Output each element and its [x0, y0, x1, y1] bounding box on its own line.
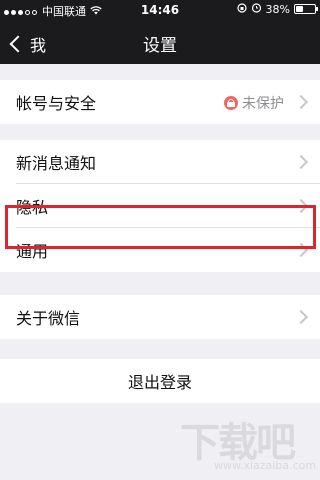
- about-wechat-label: 关于微信: [16, 309, 81, 328]
- status-right: 38%: [233, 2, 318, 16]
- page-title: 设置: [143, 36, 177, 56]
- battery-icon: [294, 4, 318, 14]
- battery-fill: [296, 6, 303, 12]
- nav-bar: 我 设置: [0, 20, 320, 64]
- about-group: 关于微信: [0, 295, 320, 339]
- new-message-notification-row[interactable]: 新消息通知: [0, 140, 320, 184]
- top-bar: 中国联通 14:46 38% 我 设置: [0, 0, 320, 64]
- alarm-icon: [251, 2, 262, 16]
- protection-status-badge: 未保护: [224, 93, 284, 113]
- chevron-right-icon: [293, 154, 309, 170]
- about-wechat-row[interactable]: 关于微信: [0, 295, 320, 339]
- highlight-box: [5, 205, 316, 249]
- account-security-row[interactable]: 帐号与安全 未保护: [0, 80, 320, 124]
- rotation-lock-icon: [236, 2, 247, 16]
- battery-percent: 38%: [265, 2, 290, 16]
- account-group: 帐号与安全 未保护: [0, 80, 320, 124]
- chevron-right-icon: [293, 94, 309, 110]
- account-security-label: 帐号与安全: [16, 94, 97, 113]
- watermark-url: www.xiazaiba.com: [214, 459, 317, 472]
- status-bar: 中国联通 14:46 38%: [0, 0, 320, 20]
- chevron-right-icon: [293, 309, 309, 325]
- watermark: 下载吧 www.xiazaiba.com: [174, 410, 317, 472]
- protection-status-text: 未保护: [242, 96, 284, 112]
- new-message-notification-label: 新消息通知: [16, 154, 97, 173]
- logout-button[interactable]: 退出登录: [0, 359, 320, 403]
- lock-icon: [224, 96, 238, 110]
